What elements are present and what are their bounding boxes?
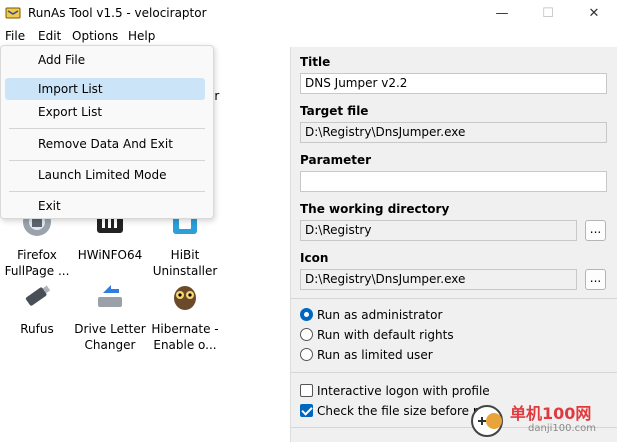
file-menu-dropdown: Add File Import List Export List Remove … bbox=[0, 45, 214, 219]
radio-run-default-rights[interactable]: Run with default rights bbox=[300, 327, 454, 345]
details-pane: Title DNS Jumper v2.2 Target file D:\Reg… bbox=[290, 47, 617, 442]
icon-path-input[interactable]: D:\Registry\DnsJumper.exe bbox=[300, 269, 577, 290]
minimize-button[interactable]: — bbox=[479, 0, 525, 27]
target-file-input[interactable]: D:\Registry\DnsJumper.exe bbox=[300, 122, 607, 143]
icon-label: Icon bbox=[300, 251, 329, 265]
menu-item-launch-limited[interactable]: Launch Limited Mode bbox=[5, 164, 205, 186]
app-label: Rufus bbox=[20, 322, 54, 336]
usb-drive-icon bbox=[25, 285, 51, 306]
maximize-button[interactable]: ☐ bbox=[525, 0, 571, 27]
radio-label: Run as limited user bbox=[317, 348, 433, 362]
app-label: HWiNFO64 bbox=[77, 248, 143, 262]
browse-icon-button[interactable]: ... bbox=[585, 269, 606, 290]
window-title: RunAs Tool v1.5 - velociraptor bbox=[28, 6, 207, 20]
radio-icon bbox=[300, 328, 313, 341]
menu-item-remove-data-exit[interactable]: Remove Data And Exit bbox=[5, 133, 205, 155]
title-bar: RunAs Tool v1.5 - velociraptor — ☐ ✕ bbox=[0, 0, 617, 27]
menu-file[interactable]: File bbox=[5, 29, 25, 43]
menu-edit[interactable]: Edit bbox=[38, 29, 61, 43]
menu-separator bbox=[9, 128, 205, 129]
checkbox-interactive-logon[interactable]: Interactive logon with profile bbox=[300, 383, 490, 401]
menu-item-import-list[interactable]: Import List bbox=[5, 78, 205, 100]
radio-label: Run with default rights bbox=[317, 328, 454, 342]
close-button[interactable]: ✕ bbox=[571, 0, 617, 27]
app-tile-drive-letter-changer[interactable]: Drive Letter Changer bbox=[69, 279, 151, 353]
checkbox-label: Interactive logon with profile bbox=[317, 384, 490, 398]
menu-bar: File Edit Options Help bbox=[0, 27, 290, 47]
app-label: Hibernate - Enable o... bbox=[151, 322, 219, 352]
menu-separator bbox=[9, 191, 205, 192]
app-tile-rufus[interactable]: Rufus bbox=[0, 279, 78, 337]
watermark-logo-icon bbox=[471, 405, 503, 437]
parameter-label: Parameter bbox=[300, 153, 372, 167]
menu-item-add-file[interactable]: Add File bbox=[5, 49, 205, 71]
menu-options[interactable]: Options bbox=[72, 29, 118, 43]
runas-app-icon bbox=[5, 7, 21, 19]
radio-selected-icon bbox=[300, 308, 313, 321]
app-label: HiBit Uninstaller bbox=[152, 248, 218, 278]
section-divider bbox=[291, 372, 617, 373]
parameter-input[interactable] bbox=[300, 171, 607, 192]
browse-directory-button[interactable]: ... bbox=[585, 220, 606, 241]
app-tile-hibernate[interactable]: Hibernate - Enable o... bbox=[144, 279, 226, 353]
radio-run-as-admin[interactable]: Run as administrator bbox=[300, 307, 442, 325]
menu-item-export-list[interactable]: Export List bbox=[5, 101, 205, 123]
radio-icon bbox=[300, 348, 313, 361]
drive-arrows-icon bbox=[98, 285, 122, 307]
title-label: Title bbox=[300, 55, 331, 69]
section-divider bbox=[291, 298, 617, 299]
working-directory-label: The working directory bbox=[300, 202, 450, 216]
menu-item-exit[interactable]: Exit bbox=[5, 195, 205, 217]
watermark-text: 单机100网 bbox=[510, 404, 592, 423]
radio-run-limited-user[interactable]: Run as limited user bbox=[300, 347, 433, 365]
app-label: Firefox FullPage ... bbox=[4, 248, 70, 278]
watermark-url: danji100.com bbox=[528, 423, 596, 434]
menu-help[interactable]: Help bbox=[128, 29, 155, 43]
radio-label: Run as administrator bbox=[317, 308, 443, 322]
menu-separator bbox=[9, 160, 205, 161]
title-input[interactable]: DNS Jumper v2.2 bbox=[300, 73, 607, 94]
working-directory-input[interactable]: D:\Registry bbox=[300, 220, 577, 241]
checkbox-checked-icon bbox=[300, 404, 313, 417]
app-label: Drive Letter Changer bbox=[74, 322, 146, 352]
watermark: 单机100网 danji100.com bbox=[466, 398, 617, 442]
owl-icon bbox=[174, 286, 196, 310]
target-file-label: Target file bbox=[300, 104, 369, 118]
checkbox-icon bbox=[300, 384, 313, 397]
checkbox-check-file-size[interactable]: Check the file size before run bbox=[300, 403, 493, 421]
